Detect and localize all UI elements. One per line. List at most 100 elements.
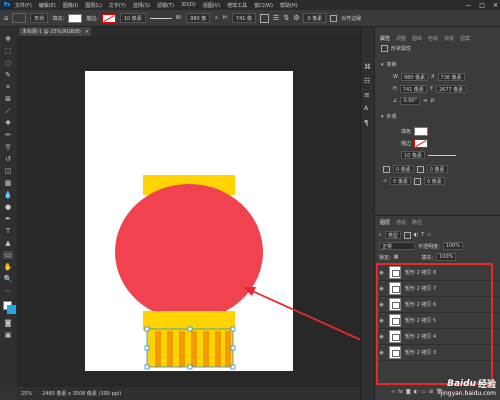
- link-layers-icon[interactable]: ∞: [391, 389, 395, 395]
- width-input[interactable]: 980 像: [186, 13, 211, 23]
- menu-filter[interactable]: 滤镜(T): [157, 2, 174, 9]
- healing-brush-tool-icon[interactable]: ✚: [3, 119, 13, 127]
- filter-shape-icon[interactable]: ▱: [427, 232, 431, 238]
- align-edges-checkbox[interactable]: [330, 14, 338, 22]
- height-input[interactable]: 741 像: [231, 13, 257, 23]
- zoom-level[interactable]: 25%: [21, 391, 32, 397]
- libraries-panel-icon[interactable]: ☷: [364, 77, 370, 85]
- eyedropper-tool-icon[interactable]: ⟋: [3, 107, 13, 115]
- tab-adjustments[interactable]: 调整: [396, 35, 406, 42]
- fill-opacity-field[interactable]: 100%: [436, 253, 457, 261]
- clone-stamp-tool-icon[interactable]: ⚲: [3, 143, 13, 151]
- zoom-tool-icon[interactable]: 🔍: [3, 275, 13, 283]
- stroke-style-line[interactable]: [427, 154, 456, 156]
- eraser-tool-icon[interactable]: ◫: [3, 167, 13, 175]
- tab-paths[interactable]: 路径: [412, 219, 422, 226]
- new-fill-layer-icon[interactable]: ◐: [414, 389, 418, 395]
- home-icon[interactable]: ⌂: [4, 14, 8, 22]
- frame-tool-icon[interactable]: ⊠: [3, 95, 13, 103]
- menu-layer[interactable]: 图层(L): [85, 2, 102, 9]
- menu-window[interactable]: 窗口(W): [254, 2, 273, 9]
- move-tool-icon[interactable]: ✥: [3, 35, 13, 43]
- stroke-width-field[interactable]: 10 像素: [401, 151, 425, 159]
- close-tab-icon[interactable]: ×: [85, 29, 89, 35]
- menu-file[interactable]: 文件(F): [15, 2, 32, 9]
- history-panel-icon[interactable]: ⌘: [364, 63, 371, 71]
- flip-vertical-icon[interactable]: ⇵: [430, 98, 434, 104]
- brush-panel-icon[interactable]: ≡: [364, 91, 370, 99]
- corner-radius-input[interactable]: 0 像素: [303, 13, 327, 23]
- brush-tool-icon[interactable]: ✏: [3, 131, 13, 139]
- lantern-body[interactable]: [115, 184, 263, 320]
- arrange-icon[interactable]: ⇅: [283, 14, 289, 22]
- filter-type-icon[interactable]: T: [421, 232, 424, 238]
- document-canvas[interactable]: [85, 71, 293, 371]
- menu-image[interactable]: 图像(I): [63, 2, 78, 9]
- menu-edit[interactable]: 编辑(E): [39, 2, 56, 9]
- y-field[interactable]: 2677 像素: [435, 85, 467, 93]
- x-field[interactable]: 736 像素: [437, 73, 465, 81]
- tab-libraries[interactable]: 图库: [412, 35, 422, 42]
- minimize-button[interactable]: —: [465, 2, 471, 9]
- corner-tr-field[interactable]: 0 像素: [426, 165, 448, 173]
- height-field[interactable]: 741 像素: [399, 85, 427, 93]
- settings-gear-icon[interactable]: ⚙: [293, 14, 299, 22]
- document-tab[interactable]: 未标题-1 @ 25%(RGB/8) ×: [19, 27, 91, 36]
- fill-swatch[interactable]: [414, 127, 429, 136]
- tab-layers[interactable]: 图层: [380, 219, 390, 226]
- opacity-field[interactable]: 100%: [442, 242, 463, 250]
- stroke-width-input[interactable]: 10 像素: [119, 13, 146, 23]
- more-tools-icon[interactable]: ⋯: [3, 287, 13, 295]
- add-mask-icon[interactable]: ◙: [406, 389, 411, 395]
- stroke-swatch[interactable]: [101, 13, 116, 23]
- shape-mode-select[interactable]: 形状: [30, 13, 49, 23]
- corner-br-field[interactable]: 0 像素: [423, 177, 445, 185]
- link-icon[interactable]: ∞: [383, 178, 387, 184]
- character-panel-icon[interactable]: A: [364, 105, 368, 112]
- filter-pixel-icon[interactable]: [403, 231, 411, 239]
- path-ops-icon[interactable]: [260, 13, 270, 23]
- fill-swatch[interactable]: [68, 13, 83, 23]
- close-window-button[interactable]: ✕: [493, 2, 498, 9]
- pen-tool-icon[interactable]: ✒: [3, 215, 13, 223]
- tab-patterns[interactable]: 图案: [460, 35, 470, 42]
- blend-mode-select[interactable]: 正常: [379, 242, 415, 250]
- tassel-stripes[interactable]: [147, 331, 233, 367]
- new-layer-icon[interactable]: ⊞: [429, 389, 433, 395]
- history-brush-tool-icon[interactable]: ↺: [3, 155, 13, 163]
- screen-mode-icon[interactable]: ▣: [3, 331, 13, 339]
- canvas-area[interactable]: [17, 36, 360, 387]
- menu-plugins[interactable]: 增效工具: [227, 2, 247, 9]
- corner-tl-field[interactable]: 0 像素: [393, 165, 414, 173]
- blur-tool-icon[interactable]: 💧: [3, 191, 13, 199]
- stroke-swatch[interactable]: [414, 139, 429, 148]
- artboard-tool-icon[interactable]: ⬚: [3, 47, 13, 55]
- fx-icon[interactable]: fx: [398, 389, 403, 395]
- link-icon[interactable]: ∞: [214, 15, 218, 21]
- new-group-icon[interactable]: ▭: [421, 389, 426, 395]
- quick-select-tool-icon[interactable]: ✎: [3, 71, 13, 79]
- rectangle-tool-icon[interactable]: ▭: [3, 251, 13, 259]
- flip-horizontal-icon[interactable]: ⇹: [423, 98, 427, 104]
- paragraph-panel-icon[interactable]: ¶: [364, 119, 368, 127]
- tab-channels[interactable]: 通道: [396, 219, 406, 226]
- filter-adjust-icon[interactable]: ◐: [414, 232, 418, 238]
- lasso-tool-icon[interactable]: ◌: [3, 59, 13, 67]
- dodge-tool-icon[interactable]: ●: [3, 203, 13, 211]
- tab-gradients[interactable]: 渐变: [444, 35, 454, 42]
- appearance-section-header[interactable]: ▾ 外观: [381, 113, 397, 121]
- maximize-button[interactable]: □: [479, 2, 485, 9]
- menu-view[interactable]: 视图(V): [203, 2, 220, 9]
- tab-properties[interactable]: 属性: [380, 35, 390, 42]
- corner-bl-field[interactable]: 0 像素: [390, 177, 411, 185]
- type-tool-icon[interactable]: T: [3, 227, 13, 235]
- layer-filter-select[interactable]: 类型: [384, 231, 401, 239]
- path-select-tool-icon[interactable]: ▲: [3, 239, 13, 247]
- hand-tool-icon[interactable]: ✋: [3, 263, 13, 271]
- align-icon[interactable]: ☰: [273, 14, 279, 22]
- crop-tool-icon[interactable]: ⌗: [3, 83, 13, 91]
- background-color-swatch[interactable]: [7, 305, 16, 314]
- width-field[interactable]: 980 像素: [400, 73, 429, 81]
- tab-swatches[interactable]: 色板: [428, 35, 438, 42]
- lock-icon[interactable]: ▦: [394, 254, 399, 260]
